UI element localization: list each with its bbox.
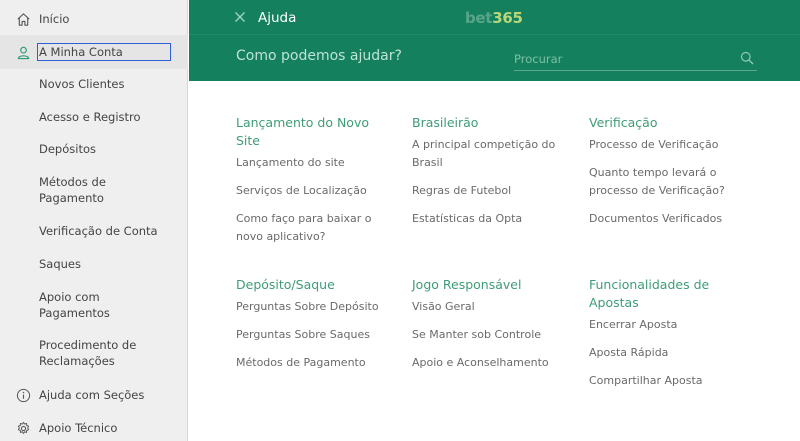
info-icon [15, 387, 31, 403]
help-link[interactable]: Documentos Verificados [589, 210, 729, 228]
help-link[interactable]: Perguntas Sobre Depósito [236, 298, 386, 316]
sidebar-item-label: Apoio com Pagamentos [39, 290, 110, 320]
sidebar-item-apoio-tecnico[interactable]: Apoio Técnico [0, 419, 188, 437]
help-question: Como podemos ajudar? [236, 48, 402, 64]
sidebar-item-procedimento-reclamacoes[interactable]: Procedimento de Reclamações [0, 337, 188, 369]
sidebar: Início A Minha Conta Novos Clientes Aces… [0, 0, 188, 441]
help-link[interactable]: Serviços de Localização [236, 182, 376, 200]
sidebar-item-label: Verificação de Conta [39, 224, 158, 238]
help-link[interactable]: Aposta Rápida [589, 344, 729, 362]
help-link[interactable]: Apoio e Aconselhamento [412, 354, 562, 372]
search-input[interactable] [514, 50, 729, 68]
help-link[interactable]: Regras de Futebol [412, 182, 560, 200]
search-icon[interactable] [740, 51, 754, 65]
help-link[interactable]: Se Manter sob Controle [412, 326, 562, 344]
sidebar-item-label: Procedimento de Reclamações [39, 338, 137, 368]
sidebar-item-depositos[interactable]: Depósitos [0, 141, 188, 157]
sidebar-item-label: Apoio Técnico [39, 421, 118, 435]
section-title[interactable]: Brasileirão [412, 114, 560, 132]
help-link[interactable]: Visão Geral [412, 298, 562, 316]
help-section: Jogo Responsável Visão Geral Se Manter s… [412, 276, 562, 382]
help-link[interactable]: Quanto tempo levará o processo de Verifi… [589, 164, 729, 200]
sidebar-item-label: Métodos de Pagamento [39, 175, 106, 205]
sidebar-item-ajuda-secoes[interactable]: Ajuda com Seções [0, 386, 188, 404]
sidebar-item-saques[interactable]: Saques [0, 256, 188, 272]
sidebar-item-label: Novos Clientes [39, 77, 125, 91]
sidebar-item-apoio-pagamentos[interactable]: Apoio com Pagamentos [0, 289, 188, 321]
sidebar-item-metodos-pagamento[interactable]: Métodos de Pagamento [0, 174, 188, 206]
sidebar-item-label: Acesso e Registro [39, 110, 141, 124]
help-content: Lançamento do Novo Site Lançamento do si… [189, 81, 800, 441]
sidebar-item-novos-clientes[interactable]: Novos Clientes [0, 76, 188, 92]
bet365-logo: bet365 [465, 9, 523, 27]
help-link[interactable]: Métodos de Pagamento [236, 354, 386, 372]
section-title[interactable]: Jogo Responsável [412, 276, 562, 294]
sidebar-item-label: Depósitos [39, 142, 96, 156]
help-section: Depósito/Saque Perguntas Sobre Depósito … [236, 276, 386, 382]
help-link[interactable]: Como faço para baixar o novo aplicativo? [236, 210, 376, 246]
help-link[interactable]: A principal competição do Brasil [412, 136, 560, 172]
help-link[interactable]: Estatísticas da Opta [412, 210, 560, 228]
help-link[interactable]: Lançamento do site [236, 154, 376, 172]
sidebar-item-label: Saques [39, 257, 82, 271]
gear-icon [15, 420, 31, 436]
sidebar-item-acesso-registro[interactable]: Acesso e Registro [0, 109, 188, 125]
sidebar-item-label: Início [39, 12, 70, 26]
help-link[interactable]: Perguntas Sobre Saques [236, 326, 386, 344]
help-section: Lançamento do Novo Site Lançamento do si… [236, 114, 376, 256]
close-icon[interactable] [234, 11, 248, 25]
help-header: Ajuda bet365 Como podemos ajudar? [189, 0, 800, 81]
section-title[interactable]: Lançamento do Novo Site [236, 114, 376, 150]
help-link[interactable]: Processo de Verificação [589, 136, 729, 154]
search-bar [514, 47, 757, 71]
help-link[interactable]: Encerrar Aposta [589, 316, 729, 334]
section-title[interactable]: Verificação [589, 114, 729, 132]
section-title[interactable]: Funcionalidades de Apostas [589, 276, 729, 312]
help-section: Funcionalidades de Apostas Encerrar Apos… [589, 276, 729, 400]
sidebar-item-inicio[interactable]: Início [0, 10, 188, 28]
help-section: Brasileirão A principal competição do Br… [412, 114, 560, 238]
sidebar-item-label: A Minha Conta [37, 43, 171, 61]
section-title[interactable]: Depósito/Saque [236, 276, 386, 294]
sidebar-item-label: Ajuda com Seções [39, 388, 145, 402]
sidebar-item-a-minha-conta[interactable]: A Minha Conta [0, 35, 188, 69]
user-icon [15, 44, 31, 60]
home-icon [15, 11, 31, 27]
help-section: Verificação Processo de Verificação Quan… [589, 114, 729, 238]
sidebar-item-verificacao-conta[interactable]: Verificação de Conta [0, 223, 188, 239]
page-title: Ajuda [258, 10, 297, 26]
help-link[interactable]: Compartilhar Aposta [589, 372, 729, 390]
